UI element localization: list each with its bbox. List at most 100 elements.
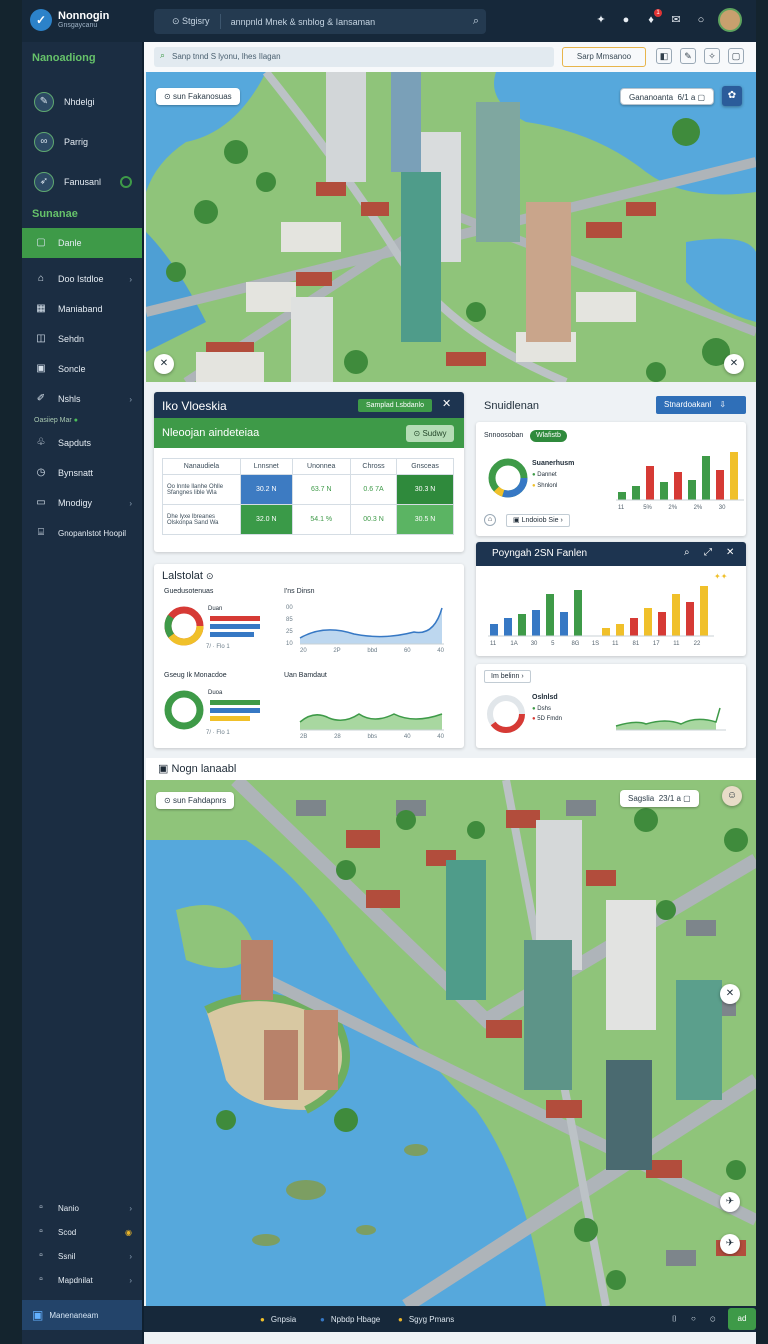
chat-icon[interactable]: ● [618, 12, 634, 28]
table-row[interactable]: Oo lnnte llanhe Ohlle Sfangnes lible Wla… [162, 474, 454, 505]
bar-chart: 11 1A 30 5 8G 1S 11 81 17 11 22 [488, 586, 714, 647]
map-search-input[interactable]: Sanp tnnd S lyonu, lhes Ilagan [154, 47, 554, 67]
table-panel-badge[interactable]: Samplad Lsbdanlo [358, 399, 432, 412]
bottom-item-1[interactable]: ● Gnpsia [260, 1315, 296, 1324]
bottom-bar: ● Gnpsia ● Npbdp Hbage ● Sgyg Pmans ⌷ ○ ⊙ ▢… [144, 1306, 756, 1332]
map-info-chip[interactable]: Sagslia 23/1 a ▢ [620, 790, 699, 807]
overview-button[interactable]: Stnardoakanl ⇩ [656, 396, 746, 414]
table-panel-button[interactable]: ⊙ Sudwy [406, 425, 454, 442]
chart-bar [660, 482, 668, 500]
map-close-icon[interactable]: ✕ [724, 354, 744, 374]
brush-icon[interactable]: ✎ [680, 48, 696, 64]
bottom-map-header: ▣ Nogn lanaabl [146, 758, 756, 780]
map-action-button[interactable]: Sarp Mmsanoo [562, 47, 646, 67]
column-header[interactable]: Unonnea [291, 458, 351, 475]
map-filter-chip[interactable]: ⊙ sun Fahdapnrs [156, 792, 235, 809]
map-collapse-icon[interactable]: ✕ [154, 354, 174, 374]
sidebar-item-soncle[interactable]: ▣ Soncle [22, 354, 142, 384]
sidebar-item-danle[interactable]: ▢ Danle [22, 228, 142, 258]
sidebar-item-label: Maniaband [58, 304, 103, 314]
charts-panel-art [164, 606, 444, 731]
search-scope[interactable]: ⊙ Stgisry [162, 14, 221, 29]
column-header[interactable]: Gnsceas [396, 458, 454, 475]
square-icon[interactable]: ▢ [728, 48, 744, 64]
hbar [210, 708, 260, 713]
shield-icon[interactable]: ⌂ [484, 514, 496, 526]
global-search[interactable]: ⊙ Stgisry annpnld Mnek & snblog & Iansam… [154, 9, 486, 34]
line1-xaxis: 20 2P bbd 60 40 [300, 648, 444, 654]
main-content: Sanp tnnd S lyonu, lhes Ilagan ⌕ Sarp Mm… [144, 42, 756, 1344]
table-cell[interactable]: 54.1 % [291, 504, 351, 535]
search-icon[interactable]: ⌕ [466, 15, 486, 28]
compass-icon[interactable]: ✕ [720, 984, 740, 1004]
mail-icon[interactable]: ✉ [668, 12, 684, 28]
sidebar-bottom-item-4[interactable]: ▫ Mapdnilat › [22, 1268, 142, 1292]
legend-item: ● Dannet [532, 472, 557, 478]
sidebar: Nanoadiong ✎ Nhdelgi ∞ Parrig ➶ Fanusanl Su… [22, 42, 142, 1344]
user-avatar[interactable]: ☺ [722, 786, 742, 806]
map-chip-label: Sagslia [628, 794, 655, 803]
sidebar-item-hoopil[interactable]: ⌸ Gnopanlstot Hoopil [22, 518, 142, 548]
sidebar-item-istdloe[interactable]: ⌂ Doo Istdloe › [22, 264, 142, 294]
column-header[interactable]: Lnnsnet [240, 458, 293, 475]
sidebar-item-maniaband[interactable]: ▦ Maniaband [22, 294, 142, 324]
settings-icon[interactable]: ○ [693, 12, 709, 28]
chevron-right-icon: › [129, 394, 132, 404]
table-cell[interactable]: 63.7 N [291, 474, 351, 505]
map-info-chip[interactable]: Gananoanta 6/1 a ▢ [620, 88, 715, 105]
chart-bar [646, 466, 654, 500]
sidebar-bottom-item-3[interactable]: ▫ Ssnil › [22, 1244, 142, 1268]
app-frame: ✓ Nonnogin Gnsgaycanu ⊙ Stgisry annpnld … [22, 0, 756, 1344]
sidebar-section-title-2: Sunanae [32, 208, 78, 220]
hbar [210, 700, 260, 705]
layers-icon[interactable]: ◧ [656, 48, 672, 64]
table-cell[interactable]: 30.2 N [240, 474, 293, 505]
table-cell[interactable]: 0.6 7A [349, 474, 398, 505]
sidebar-brand[interactable]: ▣ Manenaneam [22, 1300, 142, 1330]
sidebar-bottom-item-1[interactable]: ▫ Nanio › [22, 1196, 142, 1220]
navigate-icon[interactable]: ✈ [720, 1192, 740, 1212]
map-filter-chip[interactable]: ⊙ sun Fakanosuas [156, 88, 240, 105]
alert-icon[interactable]: ♦ 1 [643, 9, 662, 28]
sidebar-bottom-item-2[interactable]: ▫ Scod ◉ [22, 1220, 142, 1244]
tick-label: 30 [531, 641, 538, 647]
column-header[interactable]: Nanaudiela [162, 458, 241, 475]
sidebar-item-sehdn[interactable]: ◫ Sehdn [22, 324, 142, 354]
sidebar-item-2[interactable]: ∞ Parrig [22, 122, 142, 162]
status-button[interactable]: ad [728, 1308, 756, 1330]
chevron-right-icon: › [129, 1251, 132, 1261]
table-cell[interactable]: 30.5 N [396, 504, 454, 535]
sidebar-status: Oasiiep Mar ● [22, 414, 142, 428]
overview-secondary-button[interactable]: ▣ Lndoiob Sie › [506, 514, 570, 527]
sidebar-item-3[interactable]: ➶ Fanusanl [22, 162, 142, 202]
user-avatar[interactable] [718, 8, 742, 32]
table-cell[interactable]: 30.3 N [396, 474, 454, 505]
city-map-bottom[interactable]: ⊙ sun Fahdapnrs Sagslia 23/1 a ▢ ☺ ✕ ✈ ✈ [146, 780, 756, 1306]
grid-icon: ▦ [36, 303, 46, 314]
column-header[interactable]: Chross [349, 458, 398, 475]
chart-bar [618, 492, 626, 500]
bottom-item-2[interactable]: ● Npbdp Hbage [320, 1315, 380, 1324]
tick-label: 00 [286, 605, 293, 611]
bell-icon[interactable]: ✦ [593, 12, 609, 28]
search-input[interactable]: annpnld Mnek & snblog & Iansaman [231, 17, 466, 27]
brand-icon: ▣ [32, 1308, 44, 1322]
bottom-item-3[interactable]: ● Sgyg Pmans [398, 1315, 454, 1324]
sidebar-item-nshls[interactable]: ✐ Nshls › [22, 384, 142, 414]
map-layers-button[interactable]: ✿ [722, 86, 742, 106]
table-row[interactable]: Dhe lyxe lbreanes Olskonpa Sand Wa 32.0 … [162, 504, 454, 535]
table-cell[interactable]: 00.3 N [349, 504, 398, 535]
pin-icon[interactable]: ✧ [704, 48, 720, 64]
sidebar-item-sapduts[interactable]: ♧ Sapduts [22, 428, 142, 458]
city-map-top[interactable]: ⊙ sun Fakanosuas Gananoanta 6/1 a ▢ ✿ ✕ … [146, 72, 756, 382]
sidebar-item-mnodigy[interactable]: ▭ Mnodigy › [22, 488, 142, 518]
chart-bar [686, 602, 694, 636]
sidebar-item-1[interactable]: ✎ Nhdelgi [22, 82, 142, 122]
close-icon[interactable]: ✕ [442, 397, 451, 410]
app-logo[interactable]: ✓ Nonnogin Gnsgaycanu [30, 9, 109, 31]
legend-item: ● Dshs [532, 706, 551, 712]
locate-icon[interactable]: ✈ [720, 1234, 740, 1254]
table-cell[interactable]: 32.0 N [240, 504, 293, 535]
search-icon: ⌕ [160, 50, 166, 60]
sidebar-item-bynsnatt[interactable]: ◷ Bynsnatt [22, 458, 142, 488]
